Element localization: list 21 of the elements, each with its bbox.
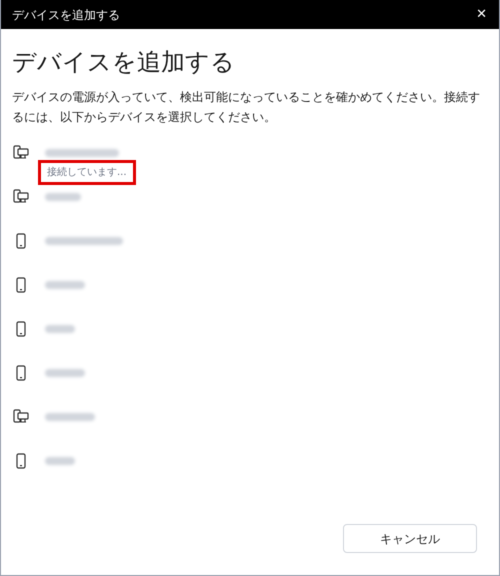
phone-icon [16,453,26,469]
close-button[interactable]: ✕ [476,8,487,21]
window-title: デバイスを追加する [12,6,120,24]
phone-icon [16,233,26,249]
blurred-device-name [45,281,85,289]
blurred-device-name [45,457,75,465]
blurred-device-name [45,193,81,201]
phone-and-monitor-icon [13,409,29,423]
phone-icon [16,277,26,293]
phone-and-monitor-icon [13,189,29,203]
device-item[interactable]: 接続しています... [1,145,499,189]
blurred-device-name [45,325,75,333]
phone-icon [16,321,26,337]
phone-and-monitor-icon [13,145,29,159]
dialog-heading: デバイスを追加する [12,47,236,77]
instructions-text: デバイスの電源が入っていて、検出可能になっていることを確かめてください。接続するには、以下からデバイスを選択してください。 [12,89,481,126]
connecting-status: 接続しています... [38,160,136,185]
cancel-button[interactable]: キャンセル [343,524,477,553]
blurred-device-name [45,369,85,377]
blurred-device-name [45,413,95,421]
phone-icon [16,365,26,381]
